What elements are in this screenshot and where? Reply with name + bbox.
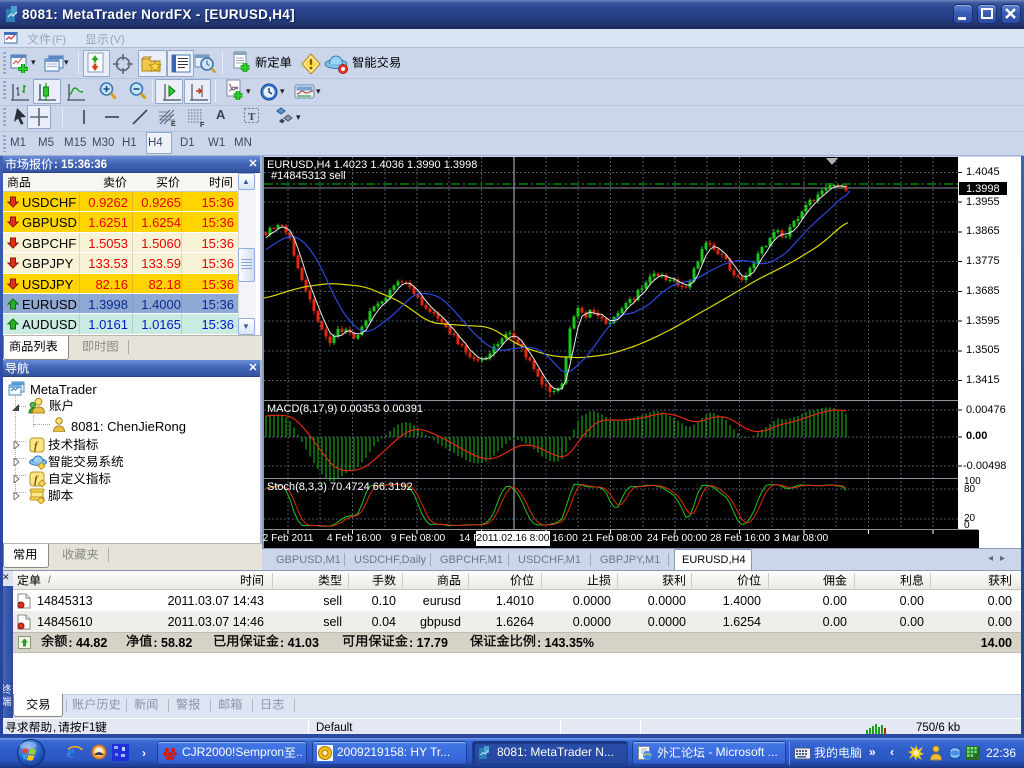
svg-text:e: e: [67, 743, 75, 761]
